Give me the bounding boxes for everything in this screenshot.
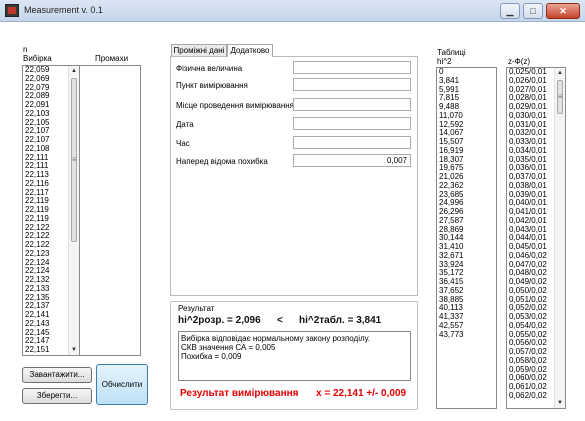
close-button[interactable]: ✕ — [546, 3, 580, 19]
tab-intermediate-data[interactable]: Проміжні дані — [171, 44, 227, 56]
scroll-thumb[interactable] — [557, 80, 563, 114]
maximize-button[interactable]: □ — [523, 3, 543, 19]
scroll-up-icon[interactable]: ▲ — [555, 68, 565, 78]
errors-listbox[interactable] — [79, 65, 141, 356]
scroll-up-icon[interactable]: ▲ — [69, 66, 79, 76]
final-result-value: x = 22,141 +/- 0,009 — [316, 388, 407, 399]
final-result-label: Результат вимірювання — [180, 388, 299, 399]
scroll-down-icon[interactable]: ▼ — [555, 398, 565, 408]
sample-scrollbar[interactable]: ▲ ▼ — [68, 66, 79, 355]
place-label: Місце проведення вимірювання — [176, 101, 294, 110]
sample-listbox[interactable]: 22,059 22,069 22,079 22,089 22,091 22,103 22,1… — [22, 65, 80, 356]
app-icon — [5, 4, 19, 17]
compute-button[interactable]: Обчислити — [96, 364, 148, 405]
tables-label: Таблиці — [437, 48, 466, 57]
time-input[interactable] — [293, 136, 411, 149]
time-label: Час — [176, 139, 190, 148]
known-error-input[interactable]: 0,007 — [293, 154, 411, 167]
result-memo[interactable]: Вибірка відповідає нормальному закону ро… — [178, 331, 411, 381]
z-header: z-Ф(z) — [508, 57, 531, 66]
errors-label: Промахи — [95, 54, 129, 63]
physical-quantity-input[interactable] — [293, 61, 411, 74]
date-input[interactable] — [293, 117, 411, 130]
z-scrollbar[interactable]: ▲ ▼ — [554, 68, 565, 408]
memo-line-1: Вибірка відповідає нормальному закону ро… — [181, 334, 371, 343]
date-label: Дата — [176, 120, 194, 129]
chi-list-items: 0 3,841 5,991 7,815 9,488 11,070 12,592 14,067 1… — [437, 68, 496, 339]
scroll-down-icon[interactable]: ▼ — [69, 345, 79, 355]
known-error-label: Наперед відома похибка — [176, 157, 268, 166]
sample-label: Вибірка — [23, 54, 52, 63]
physical-quantity-label: Фізична величина — [176, 64, 243, 73]
chi-table-listbox[interactable]: 0 3,841 5,991 7,815 9,488 11,070 12,592 14,067 1… — [436, 67, 497, 409]
minimize-button[interactable]: ▁ — [500, 3, 520, 19]
n-label: n — [23, 45, 28, 54]
chi-calc-value: hi^2розр. = 2,096 — [178, 315, 261, 326]
load-button[interactable]: Завантажити... — [22, 367, 92, 383]
memo-line-2: СКВ значення СА = 0,005 — [181, 343, 276, 352]
chi-table-value: hi^2табл. = 3,841 — [299, 315, 382, 326]
window-title: Measurement v. 0.1 — [24, 5, 103, 15]
z-table-listbox[interactable]: 0,025/0,01 0,026/0,01 0,027/0,01 0,028/0,01… — [506, 67, 566, 409]
measurement-point-label: Пункт вимірювання — [176, 81, 248, 90]
save-button[interactable]: Зберегти... — [22, 388, 92, 404]
chi-header: hi^2 — [437, 57, 452, 66]
result-group-label: Результат — [178, 304, 215, 313]
list-item[interactable]: 43,773 — [437, 330, 496, 340]
place-input[interactable] — [293, 98, 411, 111]
scroll-thumb[interactable] — [71, 78, 77, 242]
title-bar[interactable]: Measurement v. 0.1 ▁ □ ✕ — [0, 0, 585, 22]
memo-line-3: Похибка = 0,009 — [181, 352, 242, 361]
measurement-point-input[interactable] — [293, 78, 411, 91]
comparison-sign: < — [277, 315, 283, 326]
tab-additional[interactable]: Додатково — [227, 44, 273, 57]
tab-panel — [170, 56, 418, 296]
